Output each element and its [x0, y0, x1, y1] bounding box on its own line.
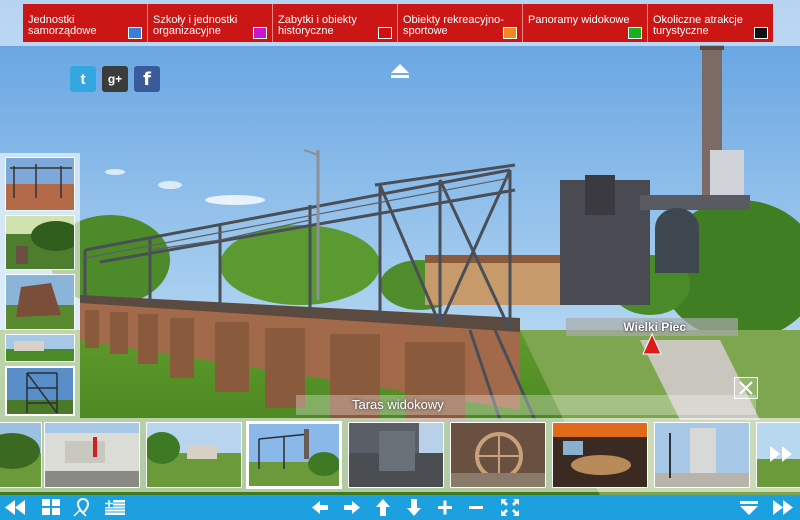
arrow-down-icon[interactable] [403, 498, 425, 517]
twitter-icon[interactable]: t [70, 66, 96, 92]
scene-title: Taras widokowy [296, 395, 756, 415]
bottom-thumbnail[interactable] [654, 422, 750, 488]
fast-forward-icon[interactable] [772, 498, 794, 517]
category-color-swatch [628, 27, 642, 39]
social-buttons: t g+ f [70, 66, 160, 92]
side-thumbnail[interactable] [5, 157, 75, 211]
bottom-toolbar [0, 495, 800, 520]
bottom-thumbnail-selected[interactable] [246, 421, 342, 489]
category-panoramy[interactable]: Panoramy widokowe [523, 4, 648, 42]
rewind-icon[interactable] [4, 498, 26, 517]
category-label: Obiekty rekreacyjno-sportowe [403, 14, 504, 37]
category-color-swatch [503, 27, 517, 39]
category-color-swatch [754, 27, 768, 39]
category-zabytki[interactable]: Zabytki i obiekty historyczne [273, 4, 398, 42]
bottom-thumbnail[interactable] [348, 422, 444, 488]
collapse-menu-icon[interactable] [390, 63, 410, 79]
side-thumbnail[interactable] [5, 334, 75, 362]
side-thumbnail[interactable] [5, 274, 75, 330]
category-color-swatch [253, 27, 267, 39]
zoom-out-icon[interactable] [465, 498, 487, 517]
category-menu: Jednostki samorządowe Szkoły i jednostki… [23, 4, 773, 42]
google-plus-icon[interactable]: g+ [102, 66, 128, 92]
category-okoliczne-atrakcje[interactable]: Okoliczne atrakcje turystyczne [648, 4, 773, 42]
arrow-up-icon[interactable] [372, 498, 394, 517]
category-label: Zabytki i obiekty historyczne [278, 14, 357, 37]
side-thumbnail-list [0, 153, 80, 418]
arrow-right-icon[interactable] [341, 498, 363, 517]
flag-icon[interactable] [104, 498, 126, 517]
bottom-thumbnail[interactable] [552, 422, 648, 488]
category-label: Jednostki samorządowe [28, 14, 97, 37]
bottom-thumbnail[interactable] [44, 422, 140, 488]
facebook-icon[interactable]: f [134, 66, 160, 92]
category-color-swatch [128, 27, 142, 39]
category-label: Panoramy widokowe [528, 14, 630, 26]
arrow-left-icon[interactable] [309, 498, 331, 517]
category-szkoly[interactable]: Szkoły i jednostki organizacyjne [148, 4, 273, 42]
category-label: Okoliczne atrakcje turystyczne [653, 14, 743, 37]
thumbnail-strip [0, 418, 800, 492]
category-obiekty-rekreacyjne[interactable]: Obiekty rekreacyjno-sportowe [398, 4, 523, 42]
bottom-thumbnail[interactable] [0, 422, 42, 488]
category-jednostki-samorzadowe[interactable]: Jednostki samorządowe [23, 4, 148, 42]
zoom-in-icon[interactable] [434, 498, 456, 517]
grid-icon[interactable] [40, 498, 62, 517]
strip-next-icon[interactable] [768, 444, 796, 464]
side-thumbnail-selected[interactable] [5, 366, 75, 416]
category-label: Szkoły i jednostki organizacyjne [153, 14, 238, 37]
hotspot-marker-icon[interactable] [641, 332, 663, 355]
bottom-thumbnail[interactable] [450, 422, 546, 488]
side-thumbnail[interactable] [5, 215, 75, 270]
fullscreen-icon[interactable] [499, 498, 521, 517]
category-color-swatch [378, 27, 392, 39]
chevron-down-icon[interactable] [738, 498, 760, 517]
map-pin-icon[interactable] [72, 498, 94, 517]
bottom-thumbnail[interactable] [146, 422, 242, 488]
